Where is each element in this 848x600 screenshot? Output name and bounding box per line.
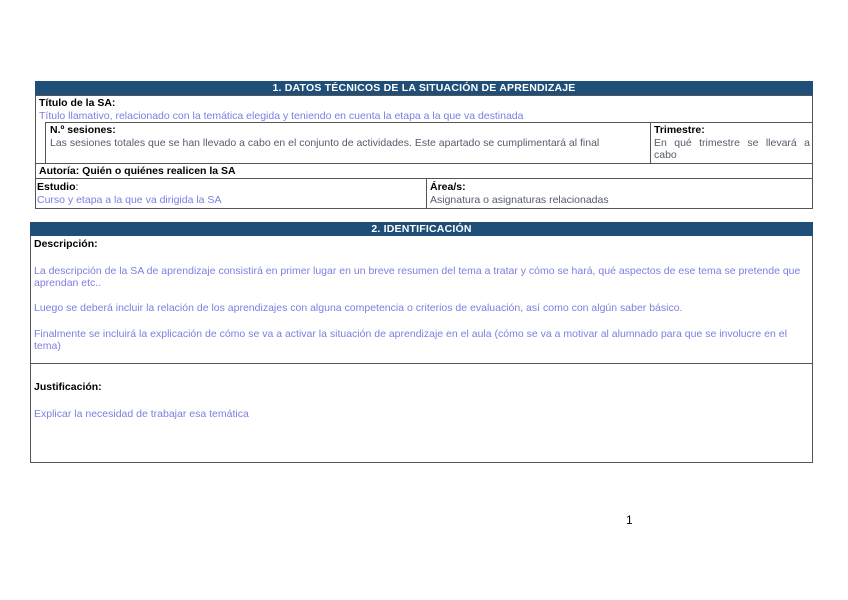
sesiones-label: N.º sesiones:	[50, 124, 116, 136]
estudio-value[interactable]: Curso y etapa a la que va dirigida la SA	[37, 194, 221, 206]
titulo-label: Título de la SA:	[39, 97, 116, 109]
estudio-label-text: Estudio	[37, 181, 76, 193]
titulo-value[interactable]: Título llamativo, relacionado con la tem…	[39, 110, 809, 122]
descripcion-p1[interactable]: La descripción de la SA de aprendizaje c…	[34, 265, 809, 289]
estudio-label: Estudio:	[37, 181, 78, 193]
area-value[interactable]: Asignatura o asignaturas relacionadas	[430, 194, 609, 206]
autoria-label: Autoría: Quién o quiénes realicen la SA	[39, 165, 236, 177]
descripcion-p3-text: Finalmente se incluirá la explicación de…	[34, 328, 787, 352]
descripcion-label: Descripción:	[34, 238, 98, 250]
descripcion-p2-text: Luego se deberá incluir la relación de l…	[34, 302, 683, 314]
section2-header: 2. IDENTIFICACIÓN	[30, 222, 813, 236]
page-number: 1	[626, 513, 633, 527]
descripcion-p3[interactable]: Finalmente se incluirá la explicación de…	[34, 328, 809, 352]
estudio-label-colon: :	[75, 181, 79, 193]
justificacion-label: Justificación:	[34, 381, 102, 393]
descripcion-p2[interactable]: Luego se deberá incluir la relación de l…	[34, 302, 809, 314]
trimestre-label: Trimestre:	[654, 124, 705, 136]
descripcion-p1-text: La descripción de la SA de aprendizaje c…	[34, 265, 801, 289]
justificacion-value[interactable]: Explicar la necesidad de trabajar esa te…	[34, 408, 249, 420]
sesiones-value[interactable]: Las sesiones totales que se han llevado …	[50, 137, 646, 149]
section1-header: 1. DATOS TÉCNICOS DE LA SITUACIÓN DE APR…	[35, 81, 813, 95]
trimestre-value[interactable]: En qué trimestre se llevará a cabo	[654, 137, 810, 161]
area-label: Área/s:	[430, 181, 466, 193]
